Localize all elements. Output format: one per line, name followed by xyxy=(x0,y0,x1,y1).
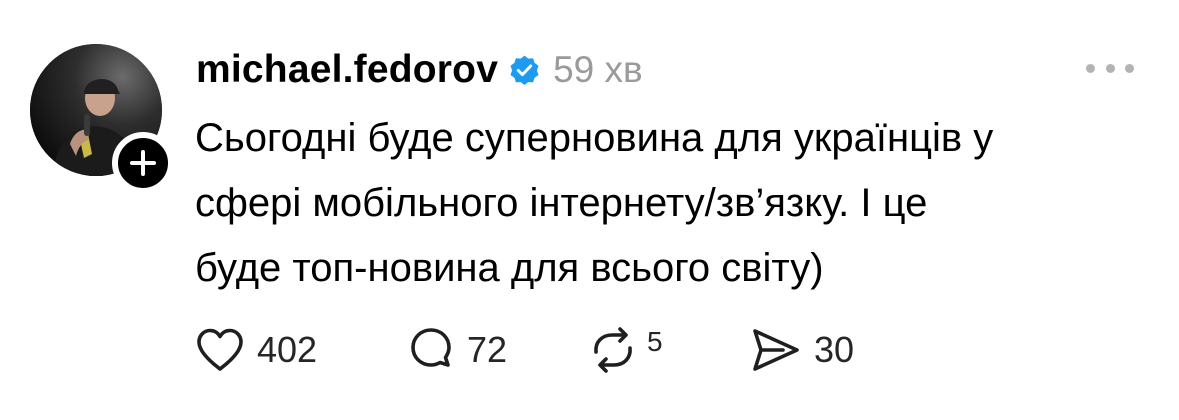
comment-bubble-icon xyxy=(411,328,451,367)
repost-arrows-icon xyxy=(594,327,632,373)
plus-icon xyxy=(130,150,156,176)
post-timestamp: 59 хв xyxy=(553,49,643,90)
like-count: 402 xyxy=(257,329,318,370)
repost-button[interactable]: 5 xyxy=(587,318,663,382)
more-options-button[interactable] xyxy=(1086,56,1134,80)
share-count: 30 xyxy=(814,329,855,370)
post-header: michael.fedorov 59 хв xyxy=(196,40,643,100)
heart-icon xyxy=(197,328,243,371)
post-text-line: буде топ-новина для всього світу) xyxy=(195,246,824,290)
send-icon xyxy=(753,329,799,371)
like-button[interactable]: 402 xyxy=(195,318,317,382)
reply-count: 72 xyxy=(467,329,508,370)
verified-badge-icon xyxy=(508,54,541,87)
avatar-container xyxy=(30,44,174,194)
share-button[interactable]: 30 xyxy=(750,318,854,382)
username[interactable]: michael.fedorov xyxy=(196,48,498,92)
reply-button[interactable]: 72 xyxy=(407,318,507,382)
post-text-line: сфері мобільного інтернету/зв’язку. І це xyxy=(195,181,928,225)
more-dots-icon xyxy=(1086,63,1095,73)
follow-button[interactable] xyxy=(112,132,174,194)
repost-count: 5 xyxy=(647,326,663,357)
post-text: Сьогодні буде суперновина для українців … xyxy=(195,106,1135,301)
threads-post: michael.fedorov 59 хв Сьогодні буде супе… xyxy=(0,0,1179,420)
post-text-line: Сьогодні буде суперновина для українців … xyxy=(195,116,994,160)
